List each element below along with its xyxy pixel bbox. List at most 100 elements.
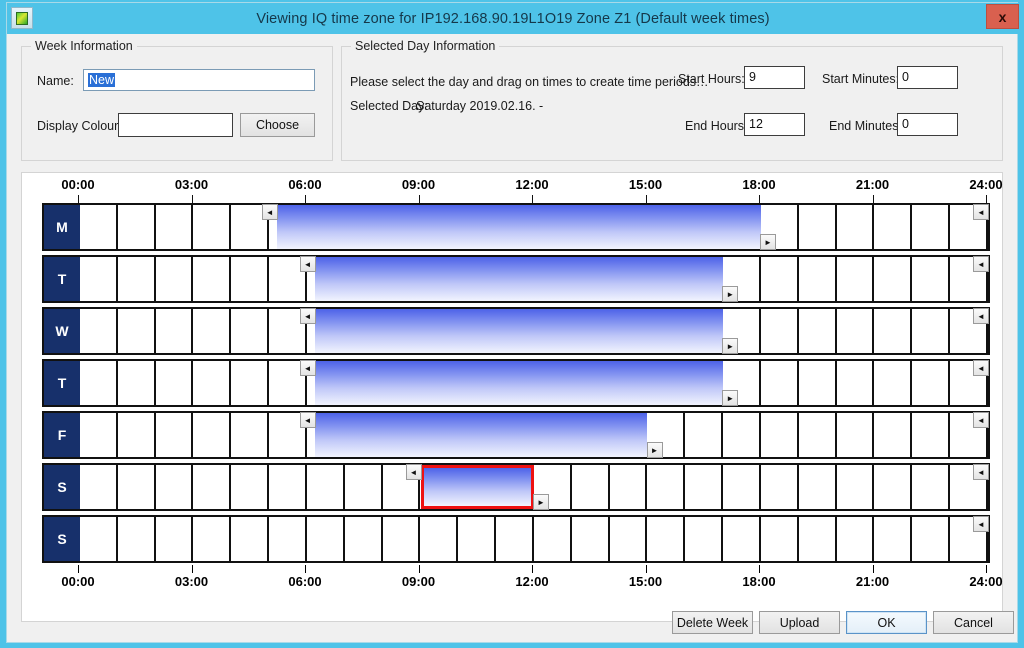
day-label-tuesday[interactable]: T xyxy=(44,257,80,301)
hour-cell[interactable] xyxy=(534,205,572,249)
period-start-handle-icon[interactable]: ◄ xyxy=(299,412,316,428)
hour-cell[interactable] xyxy=(496,517,534,561)
hour-cell[interactable] xyxy=(80,413,118,457)
hour-cell[interactable] xyxy=(837,517,875,561)
hour-cell[interactable] xyxy=(837,205,875,249)
period-start-handle-icon[interactable]: ◄ xyxy=(299,256,316,272)
hour-cell[interactable] xyxy=(345,413,383,457)
day-end-handle-icon[interactable]: ◄ xyxy=(973,360,989,376)
ok-button[interactable]: OK xyxy=(846,611,927,634)
hour-cell[interactable] xyxy=(156,465,194,509)
hour-cell[interactable] xyxy=(723,517,761,561)
hour-cell[interactable] xyxy=(572,309,610,353)
hour-cell[interactable] xyxy=(610,361,648,405)
hour-cell[interactable] xyxy=(875,517,913,561)
hour-cell[interactable] xyxy=(837,413,875,457)
day-row[interactable]: S ◄ xyxy=(42,515,990,563)
hour-cells[interactable]: ◄ ► ◄ xyxy=(80,204,989,250)
period-end-handle-icon[interactable]: ► xyxy=(533,494,549,510)
day-label-saturday[interactable]: S xyxy=(44,465,80,509)
hour-cell[interactable] xyxy=(837,465,875,509)
period-start-handle-icon[interactable]: ◄ xyxy=(405,464,422,480)
day-row[interactable]: W ◄ ► ◄ xyxy=(42,307,990,355)
hour-cell[interactable] xyxy=(610,309,648,353)
hour-cell[interactable] xyxy=(761,361,799,405)
day-end-handle-icon[interactable]: ◄ xyxy=(973,256,989,272)
close-icon[interactable]: x xyxy=(986,4,1019,29)
day-end-handle-icon[interactable]: ◄ xyxy=(973,412,989,428)
hour-cell[interactable] xyxy=(912,413,951,457)
hour-cell[interactable] xyxy=(496,257,534,301)
hour-cell[interactable] xyxy=(648,257,686,301)
hour-cell[interactable] xyxy=(118,517,156,561)
start-hours-input[interactable]: 9 xyxy=(744,66,805,89)
day-row[interactable]: S ◄ ► ◄ xyxy=(42,463,990,511)
hour-cell[interactable] xyxy=(761,413,799,457)
hour-cells[interactable]: ◄ ► ◄ xyxy=(80,256,989,302)
period-end-handle-icon[interactable]: ► xyxy=(760,234,776,250)
hour-cell[interactable] xyxy=(156,257,194,301)
hour-cell[interactable] xyxy=(610,517,648,561)
hour-cells[interactable]: ◄ ► ◄ xyxy=(80,412,989,458)
day-row[interactable]: T ◄ ► ◄ xyxy=(42,255,990,303)
hour-cell[interactable] xyxy=(345,361,383,405)
hour-cell[interactable] xyxy=(761,309,799,353)
name-input[interactable]: New xyxy=(83,69,315,91)
hour-cell[interactable] xyxy=(345,309,383,353)
hour-cell[interactable] xyxy=(458,205,497,249)
hour-cell[interactable] xyxy=(383,257,421,301)
hour-cell[interactable] xyxy=(572,517,610,561)
hour-cell[interactable] xyxy=(496,205,534,249)
hour-cell[interactable] xyxy=(421,517,459,561)
hour-cell[interactable] xyxy=(421,413,459,457)
hour-cell[interactable] xyxy=(875,465,913,509)
hour-cell[interactable] xyxy=(194,309,232,353)
hour-cell[interactable] xyxy=(80,205,118,249)
hour-cell[interactable] xyxy=(231,257,270,301)
hour-cell[interactable] xyxy=(837,361,875,405)
hour-cell[interactable] xyxy=(685,257,724,301)
hour-cell[interactable] xyxy=(156,361,194,405)
day-end-handle-icon[interactable]: ◄ xyxy=(973,516,989,532)
upload-button[interactable]: Upload xyxy=(759,611,840,634)
hour-cell[interactable] xyxy=(912,465,951,509)
hour-cell[interactable] xyxy=(383,517,421,561)
hour-cell[interactable] xyxy=(648,309,686,353)
period-end-handle-icon[interactable]: ► xyxy=(646,442,663,458)
period-start-handle-icon[interactable]: ◄ xyxy=(299,308,316,324)
hour-cell[interactable] xyxy=(345,465,383,509)
hour-cell[interactable] xyxy=(421,361,459,405)
hour-cell[interactable] xyxy=(383,309,421,353)
hour-cell[interactable] xyxy=(799,413,837,457)
end-minutes-input[interactable]: 0 xyxy=(897,113,958,136)
hour-cell[interactable] xyxy=(156,205,194,249)
day-row[interactable]: M ◄ ► ◄ xyxy=(42,203,990,251)
hour-cell[interactable] xyxy=(496,465,534,509)
hour-cell[interactable] xyxy=(118,309,156,353)
hour-cell[interactable] xyxy=(572,465,610,509)
hour-cell[interactable] xyxy=(875,361,913,405)
hour-cell[interactable] xyxy=(912,309,951,353)
hour-cell[interactable] xyxy=(572,361,610,405)
day-end-handle-icon[interactable]: ◄ xyxy=(973,308,989,324)
hour-cell[interactable] xyxy=(572,413,610,457)
hour-cell[interactable] xyxy=(875,257,913,301)
hour-cell[interactable] xyxy=(231,309,270,353)
period-end-handle-icon[interactable]: ► xyxy=(722,390,739,406)
hour-cell[interactable] xyxy=(194,205,232,249)
hour-cell[interactable] xyxy=(307,517,345,561)
hour-cell[interactable] xyxy=(837,257,875,301)
hour-cell[interactable] xyxy=(761,465,799,509)
hour-cell[interactable] xyxy=(421,309,459,353)
hour-cell[interactable] xyxy=(572,257,610,301)
end-hours-input[interactable]: 12 xyxy=(744,113,805,136)
hour-cell[interactable] xyxy=(194,413,232,457)
hour-cell[interactable] xyxy=(458,413,497,457)
hour-cell[interactable] xyxy=(685,413,724,457)
period-start-handle-icon[interactable]: ◄ xyxy=(261,204,278,220)
hour-cell[interactable] xyxy=(799,361,837,405)
hour-cell[interactable] xyxy=(156,517,194,561)
hour-cell[interactable] xyxy=(194,257,232,301)
hour-cell[interactable] xyxy=(383,361,421,405)
hour-cell[interactable] xyxy=(80,257,118,301)
